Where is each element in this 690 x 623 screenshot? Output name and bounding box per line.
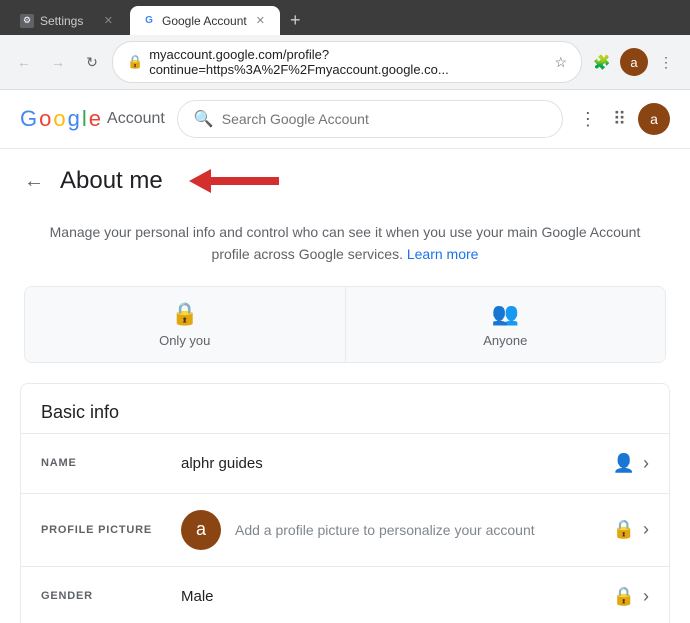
- about-me-header: ← About me: [0, 149, 690, 205]
- name-row[interactable]: NAME alphr guides 👤 ›: [21, 433, 669, 493]
- only-you-tab[interactable]: 🔒 Only you: [25, 287, 346, 362]
- profile-picture-label: PROFILE PICTURE: [41, 524, 181, 536]
- logo-g2: g: [68, 106, 80, 132]
- profile-avatar-letter: a: [196, 519, 206, 540]
- google-logo: Google Account: [20, 106, 165, 132]
- google-account-tab[interactable]: G Google Account ✕: [130, 6, 280, 35]
- forward-icon: →: [51, 54, 65, 70]
- page-content: Google Account 🔍 ⋮ ⠿ a ← About me Manag: [0, 90, 690, 623]
- gender-row-right: 🔒 ›: [613, 586, 649, 607]
- avatar-letter: a: [650, 111, 658, 127]
- profile-avatar: a: [181, 510, 221, 550]
- gender-chevron-icon: ›: [643, 586, 649, 607]
- back-button[interactable]: ←: [24, 170, 44, 193]
- profile-picture-value: Add a profile picture to personalize you…: [235, 522, 535, 538]
- google-account-tab-favicon: G: [142, 14, 156, 28]
- settings-tab-close[interactable]: ✕: [101, 13, 116, 28]
- search-icon: 🔍: [194, 109, 214, 129]
- user-avatar[interactable]: a: [638, 103, 670, 135]
- description-text: Manage your personal info and control wh…: [50, 224, 641, 262]
- extensions-icon: 🧩: [593, 54, 610, 71]
- search-input[interactable]: [222, 111, 546, 127]
- profile-picture-row-right: 🔒 ›: [613, 519, 649, 540]
- logo-e: e: [89, 106, 101, 132]
- anyone-tab[interactable]: 👥 Anyone: [346, 287, 666, 362]
- name-chevron-icon: ›: [643, 453, 649, 474]
- profile-pic-content: a Add a profile picture to personalize y…: [181, 510, 535, 550]
- page-title: About me: [60, 167, 163, 195]
- settings-tab-title: Settings: [40, 14, 95, 28]
- person-icon: 👤: [613, 453, 635, 474]
- profile-picture-row[interactable]: PROFILE PICTURE a Add a profile picture …: [21, 493, 669, 566]
- settings-tab[interactable]: ⚙ Settings ✕: [8, 6, 128, 35]
- gender-lock-icon: 🔒: [613, 586, 635, 607]
- tab-bar: ⚙ Settings ✕ G Google Account ✕ +: [0, 0, 690, 35]
- address-bar[interactable]: 🔒 myaccount.google.com/profile?continue=…: [112, 41, 582, 83]
- address-text: myaccount.google.com/profile?continue=ht…: [149, 47, 548, 77]
- google-header: Google Account 🔍 ⋮ ⠿ a: [0, 90, 690, 149]
- only-you-label: Only you: [159, 333, 210, 348]
- browser-avatar-label: a: [630, 55, 637, 70]
- header-right: ⋮ ⠿ a: [575, 103, 670, 135]
- learn-more-link[interactable]: Learn more: [407, 246, 479, 262]
- browser-profile-button[interactable]: a: [620, 48, 648, 76]
- basic-info-title: Basic info: [21, 384, 669, 433]
- gender-row[interactable]: GENDER Male 🔒 ›: [21, 566, 669, 623]
- logo-l: l: [82, 106, 87, 132]
- back-button[interactable]: ←: [10, 48, 38, 76]
- people-vis-icon: 👥: [492, 301, 519, 327]
- logo-o2: o: [53, 106, 65, 132]
- logo-account-text: Account: [107, 110, 165, 128]
- profile-picture-chevron-icon: ›: [643, 519, 649, 540]
- reload-button[interactable]: ↻: [78, 48, 106, 76]
- search-bar[interactable]: 🔍: [177, 100, 563, 138]
- red-arrow-indicator: [189, 167, 279, 195]
- lock-vis-icon: 🔒: [171, 301, 198, 327]
- name-row-right: 👤 ›: [613, 453, 649, 474]
- nav-bar: ← → ↻ 🔒 myaccount.google.com/profile?con…: [0, 35, 690, 90]
- browser-chrome: ⚙ Settings ✕ G Google Account ✕ + ← → ↻ …: [0, 0, 690, 90]
- forward-button[interactable]: →: [44, 48, 72, 76]
- logo-g: G: [20, 106, 37, 132]
- google-account-tab-close[interactable]: ✕: [253, 13, 268, 28]
- reload-icon: ↻: [86, 54, 98, 71]
- visibility-tabs: 🔒 Only you 👥 Anyone: [24, 286, 666, 363]
- grid-apps-button[interactable]: ⠿: [609, 105, 630, 134]
- dots-menu-button[interactable]: ⋮: [575, 105, 601, 134]
- bookmark-icon: ☆: [554, 54, 567, 71]
- settings-tab-favicon: ⚙: [20, 14, 34, 28]
- anyone-label: Anyone: [483, 333, 527, 348]
- name-value: alphr guides: [181, 455, 613, 472]
- profile-lock-icon: 🔒: [613, 519, 635, 540]
- gender-value: Male: [181, 588, 613, 605]
- browser-menu-icon: ⋮: [659, 54, 673, 71]
- arrow-svg: [189, 167, 279, 195]
- lock-icon: 🔒: [127, 54, 143, 70]
- logo-o1: o: [39, 106, 51, 132]
- gender-label: GENDER: [41, 590, 181, 602]
- google-account-tab-title: Google Account: [162, 14, 247, 28]
- name-label: NAME: [41, 457, 181, 469]
- browser-menu-button[interactable]: ⋮: [652, 48, 680, 76]
- basic-info-card: Basic info NAME alphr guides 👤 › PROFILE…: [20, 383, 670, 623]
- extensions-button[interactable]: 🧩: [588, 48, 616, 76]
- back-icon: ←: [17, 54, 31, 70]
- description-section: Manage your personal info and control wh…: [0, 205, 690, 286]
- back-arrow-icon: ←: [24, 170, 44, 193]
- new-tab-button[interactable]: +: [282, 6, 309, 35]
- browser-nav-right: 🧩 a ⋮: [588, 48, 680, 76]
